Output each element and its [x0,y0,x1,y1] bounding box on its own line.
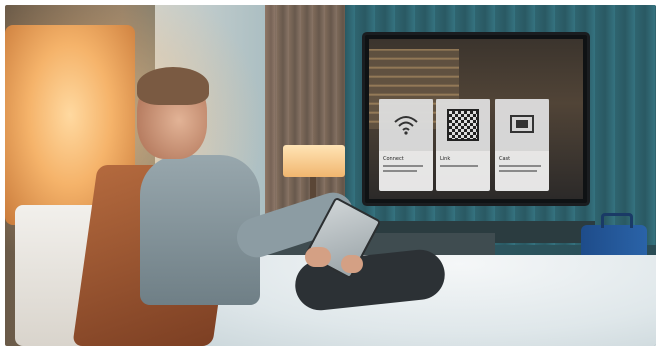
text-line [383,170,417,172]
person-hand [305,247,331,267]
person-hair [137,67,209,105]
text-line [499,170,537,172]
tv-card-cast: Cast [495,99,549,191]
text-line [499,165,541,167]
qr-code-icon [447,109,479,141]
tv-card-wifi: Connect [379,99,433,191]
tv-card-title: Connect [383,156,404,162]
text-line [440,165,478,167]
tv-card-qr: Link [436,99,490,191]
tv-screen: Connect Link Cast [369,39,583,199]
tv-card-title: Link [440,156,451,162]
hotel-room-photo: Connect Link Cast [5,5,656,346]
person-hand [341,255,363,273]
text-line [383,165,423,167]
tv-card-title: Cast [499,156,511,162]
desk-lamp-shade [283,145,345,177]
wifi-icon [394,116,418,135]
cast-icon [510,115,534,133]
